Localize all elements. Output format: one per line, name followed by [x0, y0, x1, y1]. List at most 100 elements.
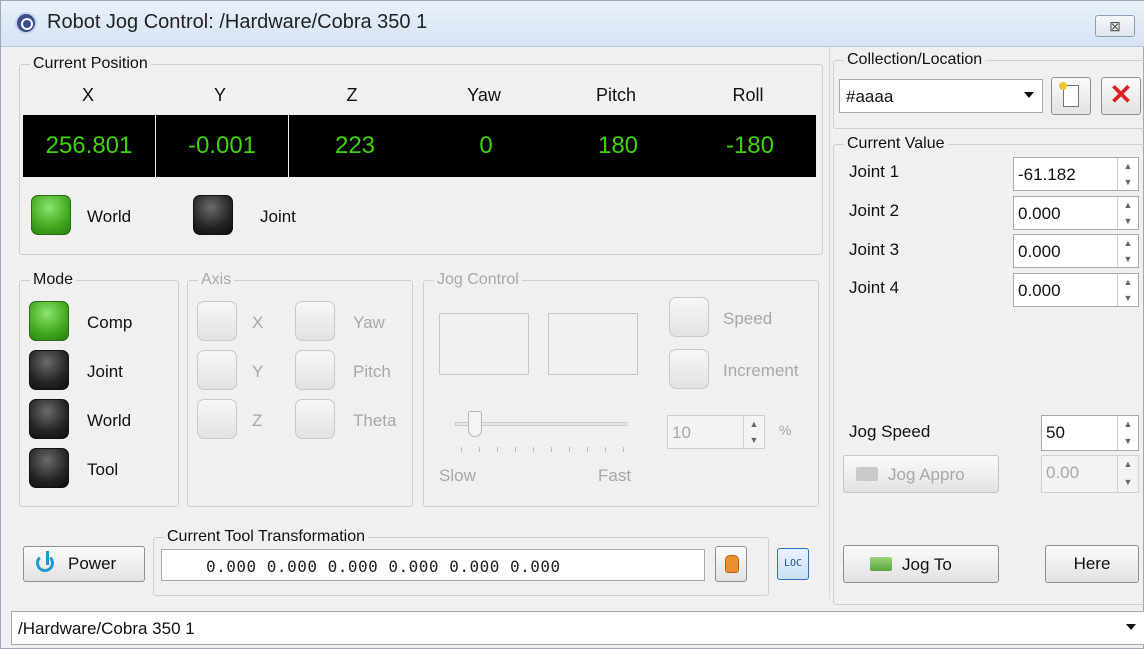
- jog-appro-button[interactable]: Jog Appro: [843, 455, 999, 493]
- close-button[interactable]: ⊠: [1095, 15, 1135, 37]
- chevron-down-icon: [1024, 92, 1034, 98]
- sparkle-icon: [1059, 82, 1067, 90]
- power-icon: [36, 554, 54, 572]
- roll-readout: -180: [684, 115, 816, 177]
- here-button[interactable]: Here: [1045, 545, 1139, 583]
- axis-pitch-button[interactable]: [295, 350, 335, 390]
- jog-appro-icon: [856, 467, 878, 481]
- axis-theta-label: Theta: [353, 411, 397, 430]
- pitch-readout: 180: [552, 115, 684, 177]
- joint-4-field[interactable]: 0.000 ▲ ▼: [1013, 273, 1139, 307]
- axis-legend: Axis: [201, 271, 232, 288]
- z-column-label: Z: [346, 85, 358, 105]
- axis-y-label: Y: [252, 362, 264, 381]
- close-x-icon: ✕: [1109, 79, 1133, 110]
- speed-label: Speed: [723, 309, 773, 328]
- jog-to-button[interactable]: Jog To: [843, 545, 999, 583]
- jog-percent-arrows[interactable]: ▲ ▼: [743, 416, 764, 448]
- increment-label: Increment: [723, 361, 799, 380]
- loc-button[interactable]: LOC: [777, 548, 809, 580]
- jog-plus-button[interactable]: [548, 313, 638, 375]
- jog-speed-label: Jog Speed: [849, 422, 931, 441]
- axis-x-button[interactable]: [197, 301, 237, 341]
- jog-speed-slider-thumb[interactable]: [468, 411, 482, 437]
- yaw-readout: 0: [420, 115, 552, 177]
- speed-toggle[interactable]: [669, 297, 709, 337]
- jog-speed-field[interactable]: 50 ▲ ▼: [1041, 415, 1139, 451]
- collection-selected-value: #aaaa: [846, 87, 894, 106]
- fast-label: Fast: [598, 466, 632, 485]
- axis-yaw-button[interactable]: [295, 301, 335, 341]
- joint-2-field[interactable]: 0.000 ▲ ▼: [1013, 196, 1139, 230]
- joint-frame-label: Joint: [260, 207, 296, 226]
- tool-transformation-legend: Current Tool Transformation: [167, 528, 366, 545]
- jog-appro-field[interactable]: 0.00 ▲ ▼: [1041, 455, 1139, 493]
- jog-to-label: Jog To: [902, 555, 952, 574]
- robot-jog-window: Robot Jog Control: /Hardware/Cobra 350 1…: [0, 0, 1144, 649]
- slider-ticks: [461, 447, 625, 453]
- joint-2-arrows[interactable]: ▲ ▼: [1117, 197, 1138, 229]
- slow-label: Slow: [439, 466, 476, 485]
- axis-y-button[interactable]: [197, 350, 237, 390]
- axis-yaw-label: Yaw: [353, 313, 385, 332]
- joint-2-label: Joint 2: [849, 201, 900, 220]
- joint-3-arrows[interactable]: ▲ ▼: [1117, 235, 1138, 267]
- mode-legend: Mode: [33, 271, 74, 288]
- mode-comp-label: Comp: [87, 313, 133, 332]
- jog-percent-value: 10: [672, 423, 691, 442]
- delete-location-button[interactable]: ✕: [1101, 77, 1141, 115]
- joint-1-value: -61.182: [1018, 165, 1076, 184]
- joint-4-arrows[interactable]: ▲ ▼: [1117, 274, 1138, 306]
- tool-pick-button[interactable]: [715, 546, 747, 582]
- joint-4-label: Joint 4: [849, 278, 900, 297]
- jog-speed-arrows[interactable]: ▲ ▼: [1117, 416, 1138, 450]
- new-location-button[interactable]: [1051, 77, 1091, 115]
- joint-3-value: 0.000: [1018, 242, 1061, 261]
- current-position-legend: Current Position: [33, 55, 148, 72]
- power-icon-bar: [46, 551, 49, 565]
- mode-tool-toggle[interactable]: [29, 448, 69, 488]
- mode-world-toggle[interactable]: [29, 399, 69, 439]
- jog-appro-label: Jog Appro: [888, 465, 965, 484]
- window-title: Robot Jog Control: /Hardware/Cobra 350 1: [47, 11, 428, 33]
- jog-to-icon: [870, 557, 892, 571]
- title-bar: Robot Jog Control: /Hardware/Cobra 350 1…: [1, 1, 1144, 47]
- world-frame-toggle[interactable]: [31, 195, 71, 235]
- jog-minus-button[interactable]: [439, 313, 529, 375]
- hand-icon: [725, 555, 739, 573]
- joint-frame-toggle[interactable]: [193, 195, 233, 235]
- jog-speed-value: 50: [1046, 423, 1065, 442]
- collection-legend: Collection/Location: [847, 51, 983, 68]
- jog-appro-arrows[interactable]: ▲ ▼: [1117, 456, 1138, 492]
- jog-percent-stepper[interactable]: 10 ▲ ▼: [667, 415, 765, 449]
- axis-x-label: X: [252, 313, 264, 332]
- robot-selector-dropdown[interactable]: /Hardware/Cobra 350 1: [11, 611, 1144, 645]
- chevron-down-icon: [1126, 624, 1136, 630]
- joint-3-label: Joint 3: [849, 240, 900, 259]
- pitch-column-label: Pitch: [595, 85, 637, 105]
- y-column-label: Y: [213, 85, 226, 105]
- right-panel-divider: [829, 47, 830, 599]
- axis-pitch-label: Pitch: [353, 362, 391, 381]
- mode-joint-toggle[interactable]: [29, 350, 69, 390]
- current-value-legend: Current Value: [847, 135, 945, 152]
- joint-4-value: 0.000: [1018, 281, 1061, 300]
- joint-1-arrows[interactable]: ▲ ▼: [1117, 158, 1138, 190]
- joint-1-field[interactable]: -61.182 ▲ ▼: [1013, 157, 1139, 191]
- mode-joint-label: Joint: [87, 362, 123, 381]
- power-button[interactable]: Power: [23, 546, 145, 582]
- axis-theta-button[interactable]: [295, 399, 335, 439]
- percent-unit-label: %: [779, 422, 792, 438]
- tool-transformation-field[interactable]: 0.000 0.000 0.000 0.000 0.000 0.000: [161, 549, 705, 581]
- y-readout: -0.001: [156, 115, 288, 177]
- joint-2-value: 0.000: [1018, 204, 1061, 223]
- jog-appro-value: 0.00: [1046, 463, 1080, 482]
- joint-3-field[interactable]: 0.000 ▲ ▼: [1013, 234, 1139, 268]
- power-button-label: Power: [68, 554, 117, 573]
- x-readout: 256.801: [23, 115, 155, 177]
- x-column-label: X: [81, 85, 94, 105]
- collection-dropdown[interactable]: #aaaa: [839, 79, 1043, 113]
- axis-z-button[interactable]: [197, 399, 237, 439]
- mode-comp-toggle[interactable]: [29, 301, 69, 341]
- increment-toggle[interactable]: [669, 349, 709, 389]
